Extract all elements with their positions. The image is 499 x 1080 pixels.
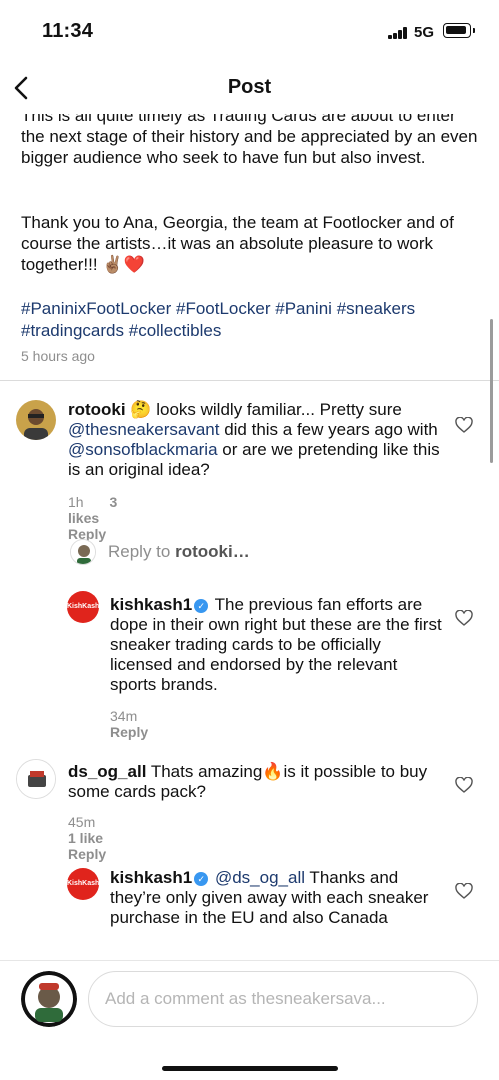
mention-link[interactable]: @sonsofblackmaria	[68, 440, 218, 459]
post-thread[interactable]: This is all quite timely as Trading Card…	[0, 114, 499, 960]
scrollbar[interactable]	[490, 319, 493, 463]
comment-time: 34m	[110, 708, 138, 724]
mention-link[interactable]: @ds_og_all	[215, 868, 305, 887]
comment-meta: 34m Reply	[110, 708, 170, 740]
hashtag[interactable]: #Panini	[275, 299, 332, 318]
reply-button[interactable]: Reply	[110, 724, 148, 740]
comment-meta: 45m 1 like Reply	[68, 814, 128, 862]
verified-badge-icon: ✓	[194, 872, 209, 886]
avatar[interactable]	[16, 400, 56, 440]
comment-text: kishkash1 ✓ @ds_og_all Thanks and they’re…	[110, 868, 429, 927]
reply-to-field[interactable]: Reply to rotooki…	[108, 542, 250, 562]
post-hashtags: #PaninixFootLocker #FootLocker #Panini #…	[21, 298, 481, 342]
hashtag[interactable]: #collectibles	[129, 321, 222, 340]
network-label: 5G	[414, 24, 435, 41]
comment-input[interactable]	[88, 971, 478, 1027]
verified-badge-icon: ✓	[194, 599, 209, 613]
hashtag[interactable]: #FootLocker	[176, 299, 271, 318]
likes-count[interactable]: 1 like	[68, 830, 103, 846]
comment-meta: 1h 3 likes Reply	[68, 494, 128, 542]
post-timestamp: 5 hours ago	[21, 348, 95, 364]
page-title: Post	[227, 76, 272, 98]
comment-username[interactable]: ds_og_all	[68, 762, 146, 781]
comment-username[interactable]: rotooki	[68, 400, 126, 419]
mention-link[interactable]: @thesneakersavant	[68, 420, 219, 439]
avatar[interactable]: KishKash	[67, 591, 99, 623]
battery-icon	[443, 23, 475, 38]
avatar[interactable]	[16, 759, 56, 799]
comment-username[interactable]: kishkash1	[110, 595, 192, 614]
heart-outline-icon[interactable]	[455, 882, 473, 899]
comment-composer	[0, 960, 499, 1080]
comment-time: 45m	[68, 814, 96, 830]
comment-text: kishkash1 ✓ The previous fan efforts are …	[110, 595, 442, 694]
hashtag[interactable]: #tradingcards	[21, 321, 124, 340]
top-nav: Post	[0, 62, 499, 114]
comment-text: ds_og_all Thats amazing🔥is it possible t…	[68, 762, 428, 801]
divider	[0, 380, 499, 381]
post-caption-thanks: Thank you to Ana, Georgia, the team at F…	[21, 213, 454, 274]
heart-outline-icon[interactable]	[455, 609, 473, 626]
comment-time: 1h	[68, 494, 84, 510]
hashtag[interactable]: #PaninixFootLocker	[21, 299, 171, 318]
post-caption-continued: This is all quite timely as Trading Card…	[21, 114, 478, 167]
heart-outline-icon[interactable]	[455, 416, 473, 433]
status-bar: 11:34 5G	[0, 0, 499, 62]
home-indicator[interactable]	[162, 1066, 338, 1071]
avatar	[21, 971, 77, 1027]
comment-text: rotooki 🤔 looks wildly familiar... Prett…	[68, 400, 440, 479]
reply-button[interactable]: Reply	[68, 846, 106, 862]
comment-username[interactable]: kishkash1	[110, 868, 192, 887]
status-time: 11:34	[42, 20, 94, 42]
avatar[interactable]: KishKash	[67, 868, 99, 900]
hashtag[interactable]: #sneakers	[337, 299, 415, 318]
avatar	[70, 539, 96, 565]
heart-outline-icon[interactable]	[455, 776, 473, 793]
signal-icon	[388, 27, 408, 39]
